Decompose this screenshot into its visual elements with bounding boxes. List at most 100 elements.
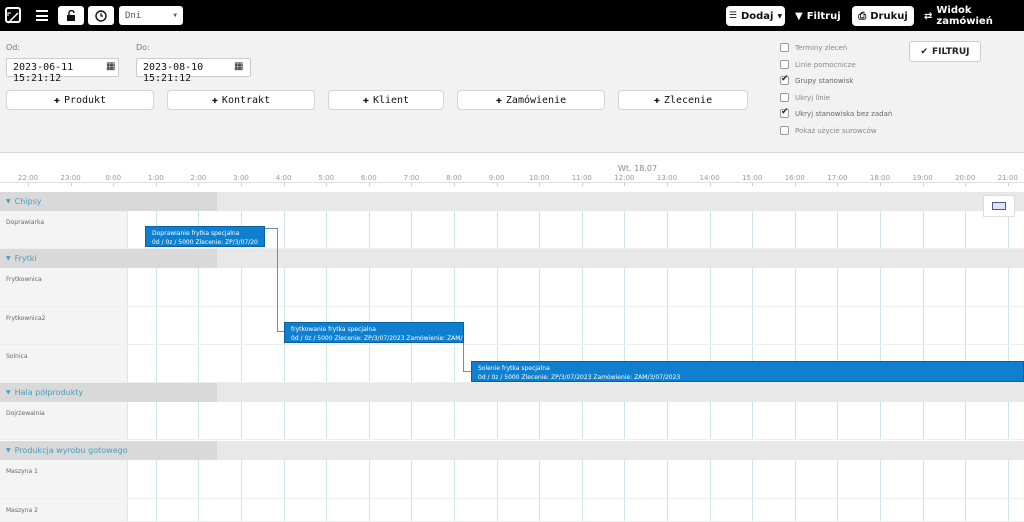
grid-line: [965, 499, 967, 521]
grid-line: [539, 268, 541, 306]
grid-line: [624, 211, 626, 248]
grid-line: [837, 268, 839, 306]
hour-tick-label: 0:00: [105, 174, 122, 182]
group-header[interactable]: ▼ Chipsy: [0, 192, 1024, 211]
add-order-label: Zamówienie: [505, 94, 567, 106]
grid-line: [454, 460, 455, 498]
task-bar[interactable]: Doprawianie frytka specjalna 0d / 0z / 5…: [145, 226, 265, 247]
caret-down-icon: ▼: [6, 198, 11, 205]
grid-line: [283, 268, 285, 306]
orders-view-button[interactable]: ⇄ Widok zamówień: [924, 5, 1024, 27]
grid-line: [794, 499, 796, 521]
grid-line: [837, 402, 839, 439]
apply-filter-button[interactable]: ✔ FILTRUJ: [909, 41, 981, 62]
check-icon: ✔: [920, 46, 929, 57]
group-header[interactable]: ▼ Frytki: [0, 249, 1024, 268]
group-label: ▼ Frytki: [0, 249, 217, 268]
grid-line: [411, 268, 413, 306]
hour-tick-label: 10:00: [529, 174, 550, 182]
add-client-button[interactable]: ✚ Klient: [328, 90, 444, 110]
add-product-button[interactable]: ✚ Produkt: [6, 90, 154, 110]
caret-down-icon: ▼: [6, 389, 11, 396]
add-job-button[interactable]: ✚ Zlecenie: [618, 90, 748, 110]
checkbox-box[interactable]: [780, 126, 789, 135]
grid-line: [667, 460, 668, 498]
grid-line: [411, 402, 413, 439]
add-button-label: Dodaj: [740, 10, 774, 22]
filter-toggle-button[interactable]: ▼ Filtruj: [795, 6, 841, 26]
printer-icon: ⎙: [858, 10, 867, 22]
grid-line: [283, 402, 285, 439]
lock-button[interactable]: [58, 6, 84, 25]
group-label: ▼ Chipsy: [0, 192, 217, 211]
grid-line: [794, 211, 796, 248]
task-detail: 0d / 0z / 5000 Zlecenie: ZP/3/07/2023 Za…: [291, 335, 463, 342]
group-name: Produkcja wyrobu gotowego: [14, 446, 128, 455]
grid-line: [411, 345, 413, 382]
grid-line: [880, 499, 881, 521]
add-job-label: Zlecenie: [663, 94, 713, 106]
grid-line: [581, 460, 583, 498]
task-title: Doprawianie frytka specjalna: [152, 230, 240, 237]
from-date-input[interactable]: 2023-06-11 15:21:12: [6, 58, 119, 84]
grid-line: [411, 460, 413, 498]
hour-tick-label: 2:00: [190, 174, 207, 182]
grid-line: [155, 460, 157, 498]
checkbox-helper-lines[interactable]: Linie pomocnicze: [780, 60, 856, 69]
checkbox-box[interactable]: [780, 93, 789, 102]
hour-tick-label: 18:00: [869, 174, 891, 182]
checkbox-box[interactable]: [780, 74, 789, 85]
hour-tick-label: 8:00: [446, 174, 462, 182]
checkbox-hide-lines[interactable]: Ukryj linie: [780, 93, 830, 102]
grid-line: [667, 211, 668, 248]
hour-tick-label: 7:00: [403, 174, 420, 182]
checkbox-box[interactable]: [780, 107, 789, 118]
checkbox-show-materials[interactable]: Pokaż użycie surowców: [780, 126, 877, 135]
grid-line: [326, 211, 328, 248]
add-order-button[interactable]: ✚ Zamówienie: [457, 90, 605, 110]
minimap-button[interactable]: [983, 195, 1015, 217]
swap-arrows-icon: ⇄: [924, 10, 933, 22]
grid-line: [965, 402, 967, 439]
grid-line: [198, 402, 200, 439]
group-header[interactable]: ▼ Hala półprodukty: [0, 383, 1024, 402]
task-detail: 0d / 0z / 5000 Zlecenie: ZP/3/07/2023 Za…: [478, 374, 681, 381]
hamburger-menu-icon[interactable]: [36, 10, 48, 21]
grid-line: [368, 499, 370, 521]
print-button[interactable]: ⎙ Drukuj: [852, 6, 914, 26]
grid-line: [326, 402, 328, 439]
plus-icon: ✚: [362, 94, 369, 106]
plus-icon: ✚: [53, 94, 60, 106]
calendar-icon[interactable]: ▦: [234, 61, 243, 72]
grid-line: [752, 499, 754, 521]
hour-tick-label: 5:00: [318, 174, 335, 182]
dependency-connector: [277, 228, 278, 332]
task-bar[interactable]: frytkowanie frytka specjalna 0d / 0z / 5…: [284, 322, 464, 343]
grid-line: [539, 211, 541, 248]
calendar-icon[interactable]: ▦: [106, 61, 115, 72]
grid-line: [709, 211, 711, 248]
station-label: Doprawiarka: [0, 211, 128, 248]
grid-line: [454, 499, 455, 521]
checkbox-box[interactable]: [780, 60, 789, 69]
orders-view-label: Widok zamówień: [936, 5, 993, 27]
group-header[interactable]: ▼ Produkcja wyrobu gotowego: [0, 441, 1024, 460]
hour-tick-label: 13:00: [656, 174, 678, 182]
checkbox-hide-empty-stations[interactable]: Ukryj stanowiska bez zadań: [780, 107, 892, 118]
axis-line: [0, 182, 1024, 183]
grid-line: [368, 345, 370, 382]
grid-line: [837, 307, 839, 344]
add-contract-button[interactable]: ✚ Kontrakt: [167, 90, 315, 110]
checkbox-order-deadlines[interactable]: Terminy zleceń: [780, 43, 847, 52]
checkbox-box[interactable]: [780, 43, 789, 52]
hour-tick-label: 20:00: [955, 174, 976, 182]
logo-icon[interactable]: [5, 7, 21, 24]
add-button[interactable]: ☰ Dodaj ▼: [726, 6, 785, 26]
checkbox-station-groups[interactable]: Grupy stanowisk: [780, 74, 853, 85]
view-select[interactable]: Dni ▼: [119, 6, 183, 25]
task-bar[interactable]: Solenie frytka specjalna 0d / 0z / 5000 …: [471, 361, 1024, 382]
grid-line: [283, 460, 285, 498]
station-label: Frytkownica: [0, 268, 128, 306]
clock-icon: [95, 9, 107, 22]
clock-button[interactable]: [88, 6, 114, 25]
